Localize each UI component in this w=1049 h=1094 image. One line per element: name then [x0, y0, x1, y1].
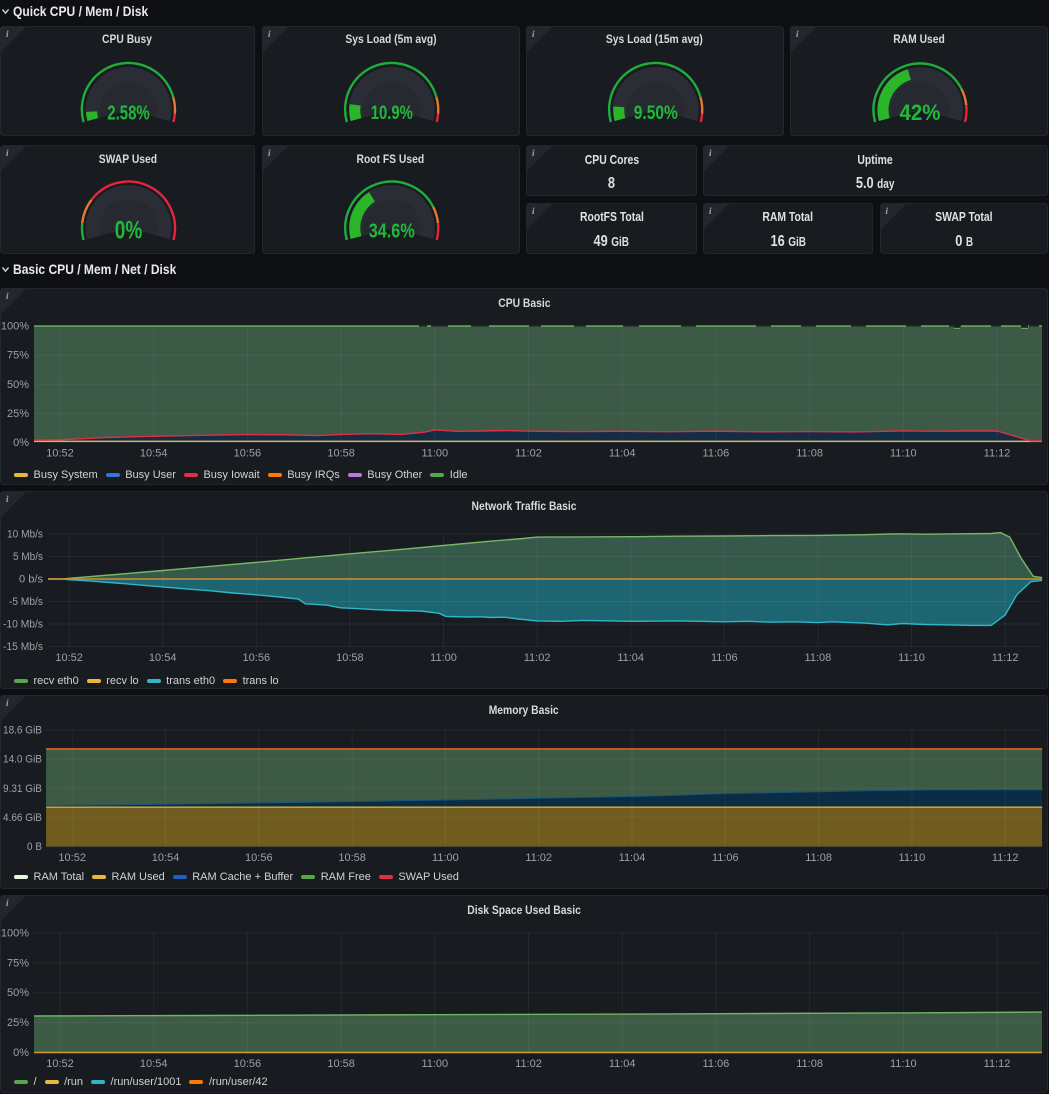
- svg-text:11:02: 11:02: [525, 852, 552, 864]
- svg-text:25%: 25%: [7, 1017, 29, 1029]
- svg-text:10:56: 10:56: [243, 652, 271, 664]
- svg-text:18.6 GiB: 18.6 GiB: [3, 725, 42, 737]
- svg-text:11:10: 11:10: [899, 852, 926, 864]
- svg-text:42%: 42%: [900, 100, 941, 125]
- svg-text:2.58%: 2.58%: [107, 102, 150, 124]
- svg-text:11:04: 11:04: [609, 448, 636, 460]
- svg-text:14.0 GiB: 14.0 GiB: [3, 753, 42, 765]
- svg-text:11:10: 11:10: [890, 1058, 917, 1070]
- svg-text:11:04: 11:04: [609, 1058, 636, 1070]
- svg-text:10:52: 10:52: [58, 852, 86, 864]
- svg-text:100%: 100%: [1, 321, 29, 333]
- svg-text:11:12: 11:12: [984, 448, 1011, 460]
- svg-text:50%: 50%: [7, 379, 29, 391]
- svg-text:11:02: 11:02: [515, 1058, 542, 1070]
- svg-text:100%: 100%: [1, 927, 29, 939]
- svg-text:11:12: 11:12: [992, 852, 1019, 864]
- svg-text:11:10: 11:10: [898, 652, 925, 664]
- svg-text:11:10: 11:10: [890, 448, 917, 460]
- svg-text:10:58: 10:58: [338, 852, 366, 864]
- svg-text:0%: 0%: [13, 437, 29, 449]
- svg-text:10 Mb/s: 10 Mb/s: [7, 529, 43, 541]
- svg-text:11:02: 11:02: [515, 448, 542, 460]
- svg-text:10:52: 10:52: [46, 1058, 74, 1070]
- svg-text:-5 Mb/s: -5 Mb/s: [9, 596, 43, 608]
- svg-text:11:06: 11:06: [712, 852, 739, 864]
- svg-text:11:02: 11:02: [524, 652, 551, 664]
- svg-text:11:00: 11:00: [432, 852, 459, 864]
- svg-text:11:12: 11:12: [984, 1058, 1011, 1070]
- svg-text:10:52: 10:52: [55, 652, 83, 664]
- svg-text:5 Mb/s: 5 Mb/s: [13, 551, 43, 563]
- svg-text:50%: 50%: [7, 987, 29, 999]
- svg-text:11:00: 11:00: [421, 1058, 448, 1070]
- svg-text:11:12: 11:12: [992, 652, 1019, 664]
- svg-text:4.66 GiB: 4.66 GiB: [3, 812, 42, 824]
- svg-text:10.9%: 10.9%: [371, 102, 413, 124]
- svg-text:11:08: 11:08: [796, 1058, 823, 1070]
- svg-text:11:00: 11:00: [421, 448, 448, 460]
- svg-text:75%: 75%: [7, 350, 29, 362]
- svg-text:10:54: 10:54: [140, 1058, 168, 1070]
- svg-text:0 b/s: 0 b/s: [19, 574, 43, 586]
- svg-text:0%: 0%: [13, 1047, 29, 1059]
- svg-text:75%: 75%: [7, 957, 29, 969]
- svg-text:11:08: 11:08: [796, 448, 823, 460]
- svg-text:34.6%: 34.6%: [369, 220, 415, 242]
- svg-text:9.31 GiB: 9.31 GiB: [3, 783, 42, 795]
- svg-text:10:56: 10:56: [245, 852, 273, 864]
- svg-text:10:54: 10:54: [152, 852, 180, 864]
- svg-text:11:08: 11:08: [805, 852, 832, 864]
- svg-text:10:58: 10:58: [327, 448, 355, 460]
- svg-text:0%: 0%: [115, 217, 143, 245]
- svg-text:11:08: 11:08: [805, 652, 832, 664]
- svg-text:10:56: 10:56: [234, 1058, 262, 1070]
- svg-text:10:54: 10:54: [140, 448, 168, 460]
- svg-text:10:54: 10:54: [149, 652, 177, 664]
- svg-text:-10 Mb/s: -10 Mb/s: [3, 619, 43, 631]
- svg-text:11:06: 11:06: [703, 448, 730, 460]
- svg-text:11:04: 11:04: [617, 652, 644, 664]
- svg-text:11:04: 11:04: [619, 852, 646, 864]
- svg-text:10:58: 10:58: [336, 652, 364, 664]
- svg-text:10:58: 10:58: [327, 1058, 355, 1070]
- svg-text:11:00: 11:00: [430, 652, 457, 664]
- svg-text:11:06: 11:06: [711, 652, 738, 664]
- svg-text:0 B: 0 B: [27, 841, 42, 853]
- svg-text:9.50%: 9.50%: [634, 102, 678, 124]
- svg-text:11:06: 11:06: [703, 1058, 730, 1070]
- svg-text:10:56: 10:56: [234, 448, 262, 460]
- svg-text:25%: 25%: [7, 408, 29, 420]
- svg-text:10:52: 10:52: [46, 448, 74, 460]
- svg-text:-15 Mb/s: -15 Mb/s: [3, 641, 43, 653]
